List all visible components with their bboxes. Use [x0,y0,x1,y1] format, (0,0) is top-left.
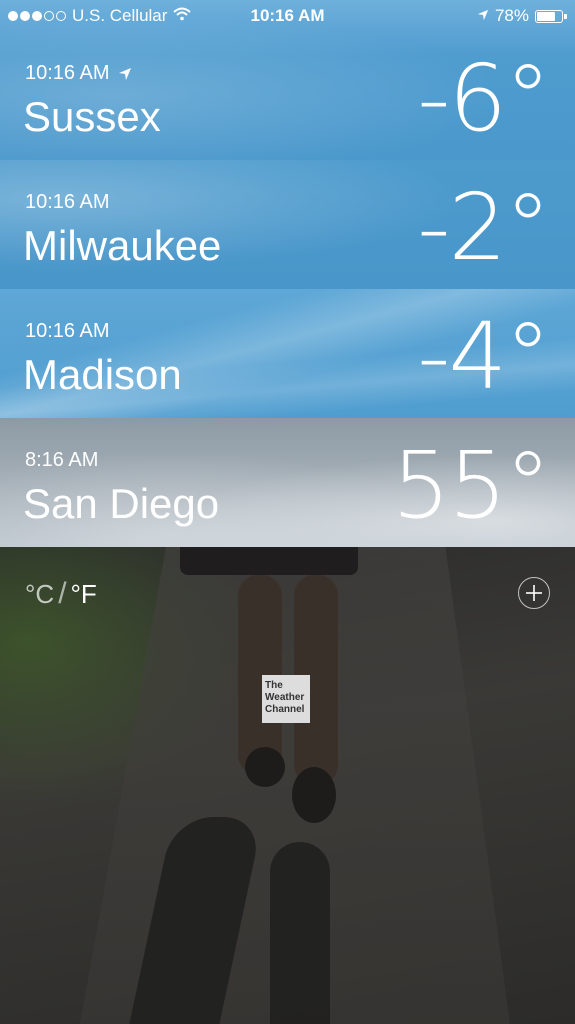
logo-text: Weather [265,692,305,703]
background-shadow [270,842,330,1024]
unit-toggle[interactable]: °C / °F [25,577,97,611]
location-arrow-icon [477,6,489,26]
city-row-san-diego[interactable]: 8:16 AM San Diego 55° [0,418,575,547]
city-time: 10:16 AM [25,320,110,343]
city-time-label: 10:16 AM [25,191,110,213]
city-time-label: 10:16 AM [25,62,110,84]
background-figure [180,547,358,575]
city-name: Madison [23,351,182,398]
bottom-area: °C / °F The Weather Channel [0,547,575,1024]
wifi-icon [173,6,192,26]
unit-celsius[interactable]: °C [25,579,54,610]
city-name: San Diego [23,480,220,527]
city-row-madison[interactable]: 10:16 AM Madison -4° [0,289,575,418]
location-arrow-icon [118,67,132,81]
add-city-button[interactable] [518,577,550,609]
city-name: Sussex [23,93,161,140]
status-right: 78% [477,6,567,26]
signal-strength-icon [8,11,66,21]
weather-channel-logo[interactable]: The Weather Channel [262,675,310,723]
unit-fahrenheit[interactable]: °F [71,579,97,610]
logo-text: Channel [265,704,305,715]
unit-separator: / [58,577,67,610]
status-left: U.S. Cellular [8,6,192,26]
status-time: 10:16 AM [250,6,325,25]
city-temperature: -2° [417,174,551,281]
city-temperature: 55° [391,432,551,539]
city-time-label: 10:16 AM [25,320,110,342]
background-figure [292,767,336,823]
city-time: 10:16 AM [25,62,132,85]
city-list: 10:16 AM Sussex -6° 10:16 AM Milwaukee -… [0,0,575,547]
battery-icon [535,9,567,23]
background-figure [245,747,285,787]
battery-percent: 78% [494,6,529,25]
city-temperature: -4° [417,303,551,410]
city-time: 10:16 AM [25,191,110,214]
logo-text: The [265,680,283,691]
status-bar: U.S. Cellular 10:16 AM 78% [0,0,575,32]
city-time-label: 8:16 AM [25,449,99,471]
carrier-label: U.S. Cellular [72,6,168,25]
city-time: 8:16 AM [25,449,98,472]
city-row-milwaukee[interactable]: 10:16 AM Milwaukee -2° [0,160,575,289]
city-name: Milwaukee [23,222,222,269]
city-temperature: -6° [417,45,551,152]
